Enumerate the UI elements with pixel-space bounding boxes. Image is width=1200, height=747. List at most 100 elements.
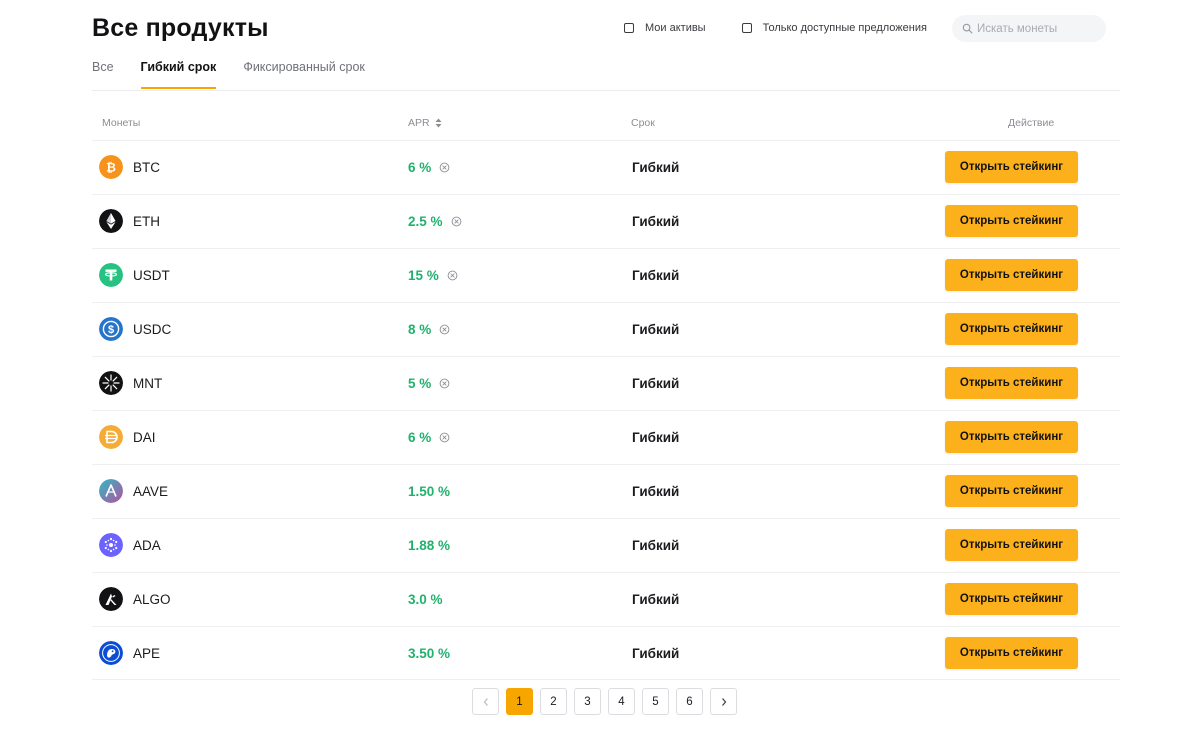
table-row: ALGO 3.0 % Гибкий Открыть стейкинг: [92, 572, 1120, 626]
apr-value: 15 %: [408, 268, 458, 283]
coin-name: BTC: [133, 160, 160, 175]
table-row: APE 3.50 % Гибкий Открыть стейкинг: [92, 626, 1120, 680]
page-button[interactable]: 4: [608, 688, 635, 715]
coin-name: ALGO: [133, 592, 171, 607]
open-staking-button[interactable]: Открыть стейкинг: [945, 421, 1078, 453]
dai-icon: [99, 425, 123, 449]
table-row: DAI 6 % Гибкий Открыть стейкинг: [92, 410, 1120, 464]
available-only-filter[interactable]: Только доступные предложения: [741, 22, 927, 34]
open-staking-button[interactable]: Открыть стейкинг: [945, 367, 1078, 399]
open-staking-button[interactable]: Открыть стейкинг: [945, 205, 1078, 237]
algo-icon: [99, 587, 123, 611]
apr-value: 5 %: [408, 376, 450, 391]
term-value: Гибкий: [632, 646, 680, 661]
coin-name: MNT: [133, 376, 163, 391]
tab-all[interactable]: Все: [92, 60, 114, 87]
table-row: $ USDC 8 % Гибкий Открыть стейкинг: [92, 302, 1120, 356]
apr-value: 2.5 %: [408, 214, 462, 229]
term-value: Гибкий: [632, 592, 680, 607]
products-table: ₿ BTC 6 % Гибкий Открыть стейкинг ETH 2.…: [92, 140, 1120, 680]
pagination: 1 2 3 4 5 6: [472, 688, 744, 715]
filters: Мои активы Только доступные предложения: [624, 22, 927, 34]
page-button[interactable]: 3: [574, 688, 601, 715]
coin-name: USDC: [133, 322, 172, 337]
svg-text:₿: ₿: [106, 161, 116, 175]
info-icon[interactable]: [447, 270, 458, 281]
open-staking-button[interactable]: Открыть стейкинг: [945, 583, 1078, 615]
term-value: Гибкий: [632, 430, 680, 445]
term-value: Гибкий: [632, 214, 680, 229]
ape-icon: [99, 641, 123, 665]
table-row: MNT 5 % Гибкий Открыть стейкинг: [92, 356, 1120, 410]
apr-value: 3.0 %: [408, 592, 443, 607]
search-input[interactable]: [977, 22, 1097, 35]
open-staking-button[interactable]: Открыть стейкинг: [945, 529, 1078, 561]
svg-text:$: $: [108, 324, 114, 336]
available-only-checkbox[interactable]: [741, 23, 752, 33]
info-icon[interactable]: [439, 162, 450, 173]
sort-icon[interactable]: [435, 118, 442, 128]
search-icon: [962, 23, 973, 34]
apr-value: 1.50 %: [408, 484, 451, 499]
info-icon[interactable]: [451, 216, 462, 227]
ada-icon: [99, 533, 123, 557]
apr-value: 3.50 %: [408, 646, 451, 661]
page-title: Все продукты: [92, 14, 269, 42]
open-staking-button[interactable]: Открыть стейкинг: [945, 475, 1078, 507]
header-term: Срок: [631, 117, 655, 129]
tabs-divider: [92, 90, 1120, 91]
btc-icon: ₿: [99, 155, 123, 179]
table-row: ETH 2.5 % Гибкий Открыть стейкинг: [92, 194, 1120, 248]
coin-name: ADA: [133, 538, 161, 553]
term-value: Гибкий: [632, 268, 680, 283]
coin-name: ETH: [133, 214, 160, 229]
chevron-left-icon: [483, 697, 488, 706]
page-button[interactable]: 6: [676, 688, 703, 715]
mnt-icon: [99, 371, 123, 395]
chevron-right-icon: [721, 697, 726, 706]
table-row: ADA 1.88 % Гибкий Открыть стейкинг: [92, 518, 1120, 572]
open-staking-button[interactable]: Открыть стейкинг: [945, 259, 1078, 291]
table-row: USDT 15 % Гибкий Открыть стейкинг: [92, 248, 1120, 302]
aave-icon: [99, 479, 123, 503]
next-page-button[interactable]: [710, 688, 737, 715]
info-icon[interactable]: [439, 378, 450, 389]
tab-flexible[interactable]: Гибкий срок: [140, 60, 216, 89]
usdt-icon: [99, 263, 123, 287]
term-value: Гибкий: [632, 538, 680, 553]
header-coin: Монеты: [102, 117, 141, 129]
info-icon[interactable]: [439, 324, 450, 335]
info-icon[interactable]: [439, 432, 450, 443]
open-staking-button[interactable]: Открыть стейкинг: [945, 637, 1078, 669]
usdc-icon: $: [99, 317, 123, 341]
page-button[interactable]: 5: [642, 688, 669, 715]
apr-value: 6 %: [408, 430, 450, 445]
apr-value: 6 %: [408, 160, 450, 175]
header-apr[interactable]: APR: [408, 117, 442, 129]
apr-value: 1.88 %: [408, 538, 451, 553]
apr-value: 8 %: [408, 322, 450, 337]
prev-page-button[interactable]: [472, 688, 499, 715]
eth-icon: [99, 209, 123, 233]
my-assets-checkbox[interactable]: [624, 23, 634, 33]
term-value: Гибкий: [632, 160, 680, 175]
term-value: Гибкий: [632, 376, 680, 391]
tab-fixed[interactable]: Фиксированный срок: [243, 60, 365, 87]
page-button[interactable]: 1: [506, 688, 533, 715]
product-tabs: Все Гибкий срок Фиксированный срок: [92, 60, 365, 89]
table-row: AAVE 1.50 % Гибкий Открыть стейкинг: [92, 464, 1120, 518]
available-only-label: Только доступные предложения: [762, 22, 927, 34]
header-action: Действие: [1008, 117, 1055, 129]
open-staking-button[interactable]: Открыть стейкинг: [945, 313, 1078, 345]
term-value: Гибкий: [632, 322, 680, 337]
term-value: Гибкий: [632, 484, 680, 499]
coin-name: APE: [133, 646, 161, 661]
coin-name: DAI: [133, 430, 156, 445]
page-button[interactable]: 2: [540, 688, 567, 715]
header-apr-label: APR: [408, 117, 430, 129]
table-row: ₿ BTC 6 % Гибкий Открыть стейкинг: [92, 140, 1120, 194]
open-staking-button[interactable]: Открыть стейкинг: [945, 151, 1078, 183]
my-assets-filter[interactable]: Мои активы: [624, 22, 706, 34]
search-box[interactable]: [952, 15, 1106, 42]
my-assets-label: Мои активы: [645, 22, 706, 34]
